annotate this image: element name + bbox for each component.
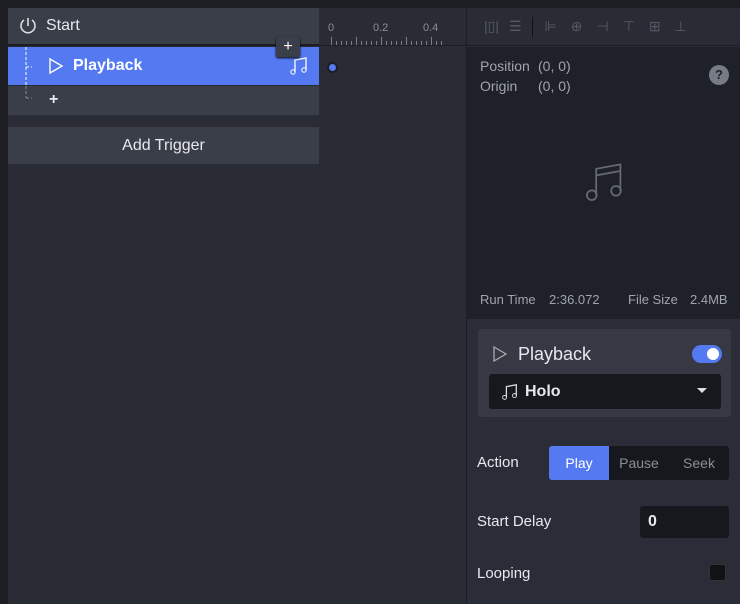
origin-label: Origin xyxy=(480,78,518,94)
ruler-tick xyxy=(346,41,347,45)
ruler-tick xyxy=(396,41,397,45)
action-seek[interactable]: Seek xyxy=(669,446,729,480)
ruler-tick xyxy=(406,37,407,45)
help-icon[interactable]: ? xyxy=(709,65,729,85)
align-top-icon[interactable]: ⊤ xyxy=(623,18,635,35)
tree-line-icon xyxy=(25,47,32,85)
ruler-tick xyxy=(421,41,422,45)
run-time-label: Run Time xyxy=(480,292,536,307)
audio-select[interactable]: Holo xyxy=(489,374,721,409)
ruler-tick xyxy=(416,41,417,45)
align-bottom-icon[interactable]: ⊥ xyxy=(675,18,687,35)
timeline[interactable]: 0 0.2 0.4 xyxy=(319,8,466,604)
ruler-tick xyxy=(401,41,402,45)
align-middle-icon[interactable]: ⊞ xyxy=(649,18,661,35)
ruler-tick xyxy=(426,41,427,45)
origin-value: (0, 0) xyxy=(538,78,571,94)
card-title: Playback xyxy=(518,344,592,364)
ruler-tick xyxy=(341,41,342,45)
looping-checkbox[interactable] xyxy=(709,564,726,581)
align-left-icon[interactable]: ⊫ xyxy=(545,18,557,35)
music-note-icon xyxy=(502,383,517,400)
action-play[interactable]: Play xyxy=(549,446,609,480)
action-pause[interactable]: Pause xyxy=(609,446,669,480)
enabled-toggle[interactable] xyxy=(692,345,722,363)
file-size-label: File Size xyxy=(628,292,678,307)
ruler-tick xyxy=(376,41,377,45)
ruler-tick xyxy=(356,37,357,45)
add-child-row: + xyxy=(8,86,319,115)
tree-line-icon xyxy=(25,86,32,99)
align-toolbar: |▯| ☰ ⊫ ⊕ ⊣ ⊤ ⊞ ⊥ xyxy=(467,8,740,46)
tick-label: 0.2 xyxy=(373,22,389,34)
start-label: Start xyxy=(46,17,80,34)
tick-label: 0.4 xyxy=(423,22,439,34)
tick-label: 0 xyxy=(328,22,335,34)
ruler-tick xyxy=(441,41,442,45)
ruler-tick xyxy=(436,41,437,45)
toolbar-divider xyxy=(531,16,533,37)
ruler-tick xyxy=(386,41,387,45)
ruler-tick xyxy=(366,41,367,45)
add-trigger-button[interactable]: Add Trigger xyxy=(8,127,319,164)
start-trigger-row[interactable]: Start xyxy=(8,8,319,46)
looping-label: Looping xyxy=(477,565,531,582)
playback-card: Playback Holo xyxy=(478,329,731,417)
ruler-tick xyxy=(336,41,337,45)
file-size-value: 2.4MB xyxy=(690,292,728,307)
power-clock-icon xyxy=(20,18,36,34)
music-note-icon xyxy=(586,163,622,201)
ruler-tick xyxy=(431,37,432,45)
start-delay-label: Start Delay xyxy=(477,513,552,530)
align-center-icon[interactable]: ⊕ xyxy=(571,18,583,35)
ruler-tick xyxy=(371,41,372,45)
timeline-ruler[interactable]: 0 0.2 0.4 xyxy=(319,8,466,46)
distribute-vertical-icon[interactable]: ☰ xyxy=(509,18,522,35)
trigger-panel: Start Playback + + Add Trigger xyxy=(8,8,319,604)
ruler-tick xyxy=(381,37,382,45)
add-hover-button[interactable]: + xyxy=(276,37,300,57)
position-label: Position xyxy=(480,58,530,74)
music-note-icon xyxy=(290,57,307,75)
run-time-value: 2:36.072 xyxy=(549,292,600,307)
ruler-tick xyxy=(331,37,332,45)
preview-area: Position (0, 0) Origin (0, 0) ? Run Time… xyxy=(467,47,740,319)
action-label: Action xyxy=(477,454,519,471)
ruler-tick xyxy=(351,41,352,45)
ruler-tick xyxy=(411,41,412,45)
distribute-horizontal-icon[interactable]: |▯| xyxy=(484,18,499,35)
keyframe-marker[interactable] xyxy=(327,62,338,73)
add-child-button[interactable]: + xyxy=(49,91,58,109)
align-right-icon[interactable]: ⊣ xyxy=(596,18,608,35)
action-segmented-control: Play Pause Seek xyxy=(549,446,729,480)
start-delay-input[interactable]: 0 xyxy=(640,506,729,538)
ruler-tick xyxy=(361,41,362,45)
play-icon xyxy=(493,345,508,363)
trigger-row-playback[interactable]: Playback xyxy=(8,47,319,85)
position-value: (0, 0) xyxy=(538,58,571,74)
ruler-tick xyxy=(391,41,392,45)
playback-label: Playback xyxy=(73,57,143,74)
properties-panel: |▯| ☰ ⊫ ⊕ ⊣ ⊤ ⊞ ⊥ Position (0, 0) Origin… xyxy=(467,8,740,604)
chevron-down-icon xyxy=(697,388,707,393)
audio-select-value: Holo xyxy=(525,382,561,400)
